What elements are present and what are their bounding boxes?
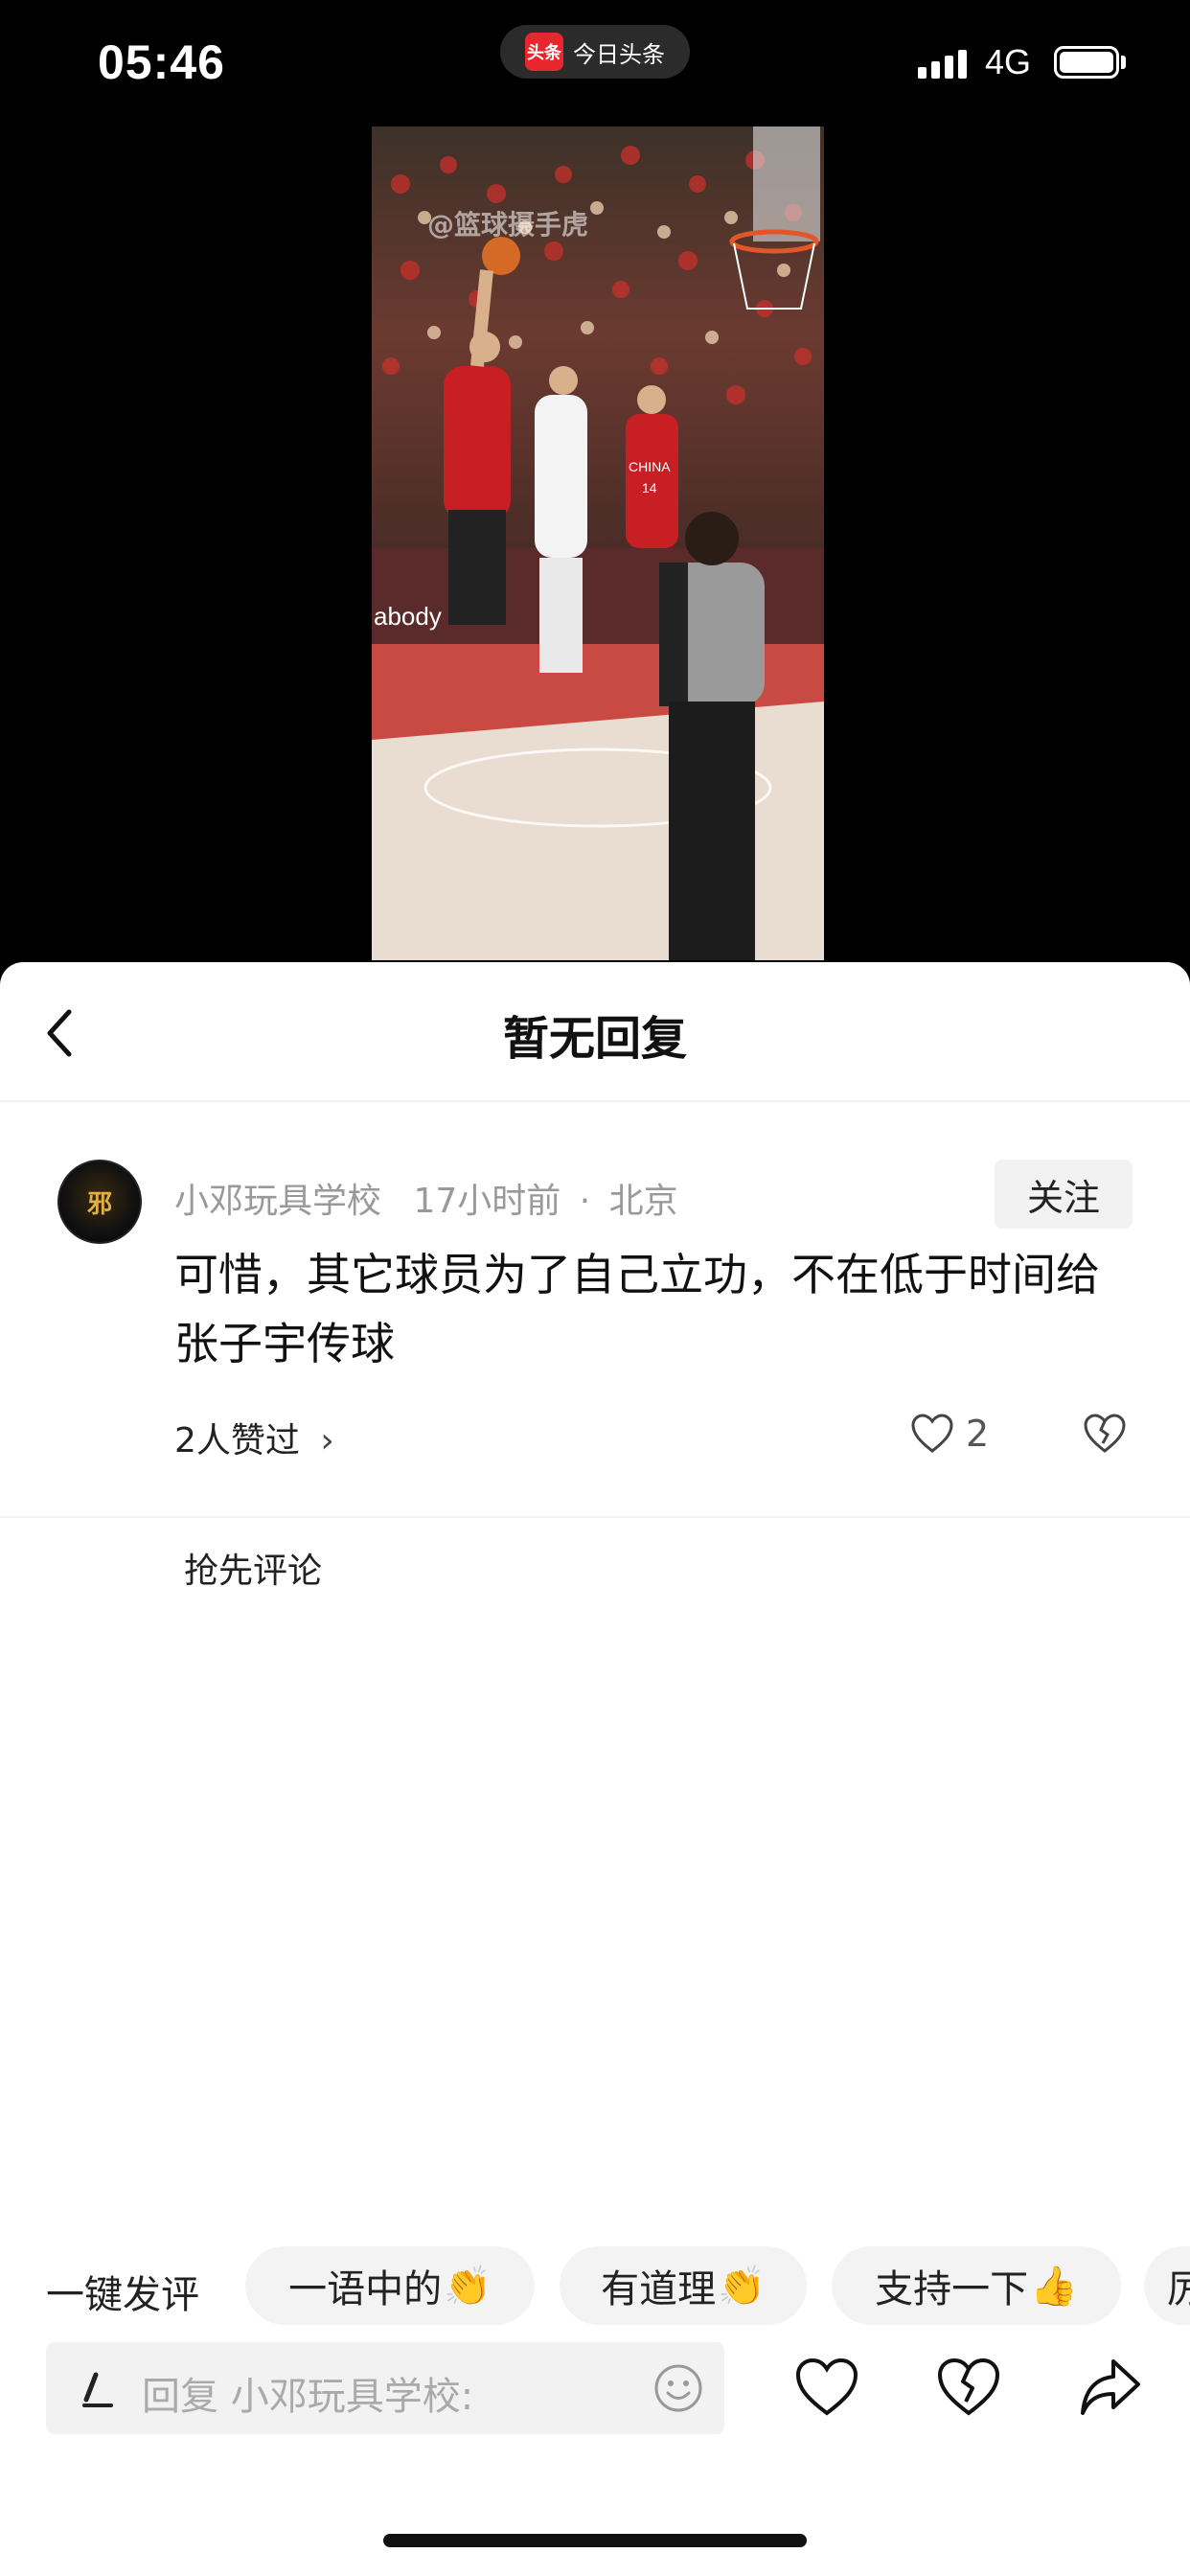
quick-reply-chip[interactable]: 支持一下 👍: [832, 2246, 1121, 2325]
comment-meta: 小邓玩具学校 17小时前 · 北京: [174, 1173, 678, 1223]
clap-icon: 👏: [444, 2264, 492, 2309]
court-text: abody: [374, 602, 442, 631]
jersey-number: 14: [642, 480, 657, 495]
comment-time: 17小时前: [413, 1182, 561, 1221]
jersey-text: CHINA: [629, 459, 671, 474]
thumbs-up-icon: 👍: [1030, 2264, 1078, 2309]
quick-reply-chip[interactable]: 一语中的 👏: [245, 2246, 535, 2325]
sheet-title: 暂无回复: [502, 1012, 687, 1066]
chip-text: 一语中的: [288, 2267, 443, 2312]
pen-icon: [82, 2372, 113, 2407]
signal-icon: [918, 50, 967, 79]
broken-heart-icon[interactable]: [1083, 1413, 1127, 1455]
comment-divider: [0, 1516, 1190, 1518]
app-indicator-pill[interactable]: 头条 今日头条: [500, 25, 690, 79]
app-name: 今日头条: [573, 40, 665, 68]
comment-text: 可惜，其它球员为了自己立功，不在低于时间给张子宇传球: [174, 1249, 1100, 1369]
smiley-icon[interactable]: [653, 2363, 703, 2413]
network-type: 4G: [985, 42, 1032, 81]
follow-button[interactable]: 关注: [995, 1160, 1133, 1229]
video-frame: CHINA 14 abody @篮球摄手虎: [372, 126, 824, 960]
toutiao-logo: 头条: [525, 33, 563, 71]
quick-reply-label: 一键发评: [46, 2273, 199, 2317]
like-heart-icon[interactable]: [793, 2356, 860, 2419]
reply-placeholder: 回复 小邓玩具学校:: [142, 2375, 474, 2419]
battery-icon: [1054, 46, 1119, 79]
likers-text: 2人赞过: [174, 1421, 300, 1460]
chip-text: 厉: [1167, 2267, 1190, 2312]
meta-separator: ·: [579, 1182, 591, 1221]
clap-icon: 👏: [718, 2264, 766, 2309]
video-watermark: @篮球摄手虎: [427, 209, 588, 241]
chevron-right-icon: ›: [320, 1421, 334, 1460]
home-indicator[interactable]: [383, 2534, 807, 2547]
status-bar: 05:46 头条 今日头条 4G: [0, 0, 1190, 125]
dislike-broken-heart-icon[interactable]: [935, 2356, 1002, 2419]
share-arrow-icon[interactable]: [1077, 2356, 1144, 2419]
header-divider: [0, 1100, 1190, 1102]
likers-link[interactable]: 2人赞过 ›: [174, 1413, 334, 1462]
avatar[interactable]: 邪: [57, 1160, 142, 1244]
like-count: 2: [966, 1413, 990, 1455]
first-comment-link[interactable]: 抢先评论: [184, 1543, 322, 1593]
comment-location: 北京: [608, 1182, 678, 1221]
author-name[interactable]: 小邓玩具学校: [174, 1182, 381, 1221]
heart-icon[interactable]: [910, 1413, 954, 1455]
battery-cap: [1121, 56, 1126, 69]
video-player[interactable]: CHINA 14 abody @篮球摄手虎: [372, 126, 824, 960]
quick-reply-chip[interactable]: 有道理 👏: [560, 2246, 807, 2325]
chip-text: 支持一下: [875, 2267, 1029, 2312]
status-time: 05:46: [98, 35, 225, 89]
chip-text: 有道理: [601, 2267, 717, 2312]
